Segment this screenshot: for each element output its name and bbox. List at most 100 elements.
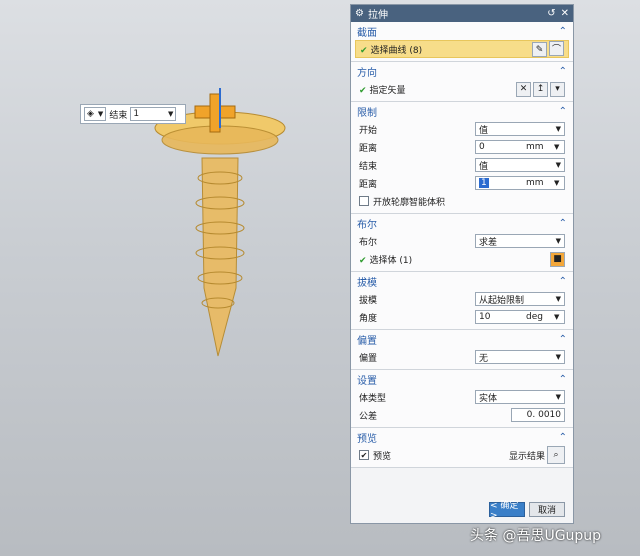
screw-model[interactable] bbox=[140, 88, 300, 368]
offset-value: 无 bbox=[479, 353, 489, 364]
start-value: 值 bbox=[479, 125, 489, 136]
curve-icon[interactable]: ⌒ bbox=[549, 40, 564, 56]
dialog-titlebar: ⚙ 拉伸 ↺ ✕ bbox=[351, 5, 573, 22]
snap-selector[interactable]: ◈ ▼ bbox=[84, 107, 107, 121]
chevron-down-icon: ▼ bbox=[555, 393, 561, 401]
end-dropdown[interactable]: 值 ▼ bbox=[475, 158, 565, 172]
body-icon[interactable]: ■ bbox=[550, 251, 565, 267]
section-boolean: 布尔 ⌃ 布尔 求差 ▼ ✔ 选择体 (1) ■ bbox=[351, 214, 573, 272]
section-header[interactable]: 限制 ⌃ bbox=[351, 102, 573, 120]
section-header[interactable]: 布尔 ⌃ bbox=[351, 214, 573, 232]
reset-icon[interactable]: ↺ bbox=[547, 8, 555, 19]
angle-input[interactable]: 10 deg ▼ bbox=[475, 310, 565, 324]
start-label: 开始 bbox=[359, 125, 378, 136]
open-profile-checkbox[interactable]: 开放轮廓智能体积 bbox=[351, 192, 573, 210]
section-preview: 预览 ⌃ ✔ 预览 显示结果 ⌕ bbox=[351, 428, 573, 468]
section-header[interactable]: 方向 ⌃ bbox=[351, 62, 573, 80]
end-input[interactable]: 1 ▼ bbox=[130, 107, 177, 121]
body-type-value: 实体 bbox=[479, 393, 498, 404]
chevron-down-icon: ▼ bbox=[167, 110, 174, 118]
vector-menu-icon[interactable]: ▾ bbox=[550, 81, 565, 97]
start-dropdown[interactable]: 值 ▼ bbox=[475, 122, 565, 136]
check-icon: ✔ bbox=[359, 85, 367, 96]
vector-icon[interactable]: ↥ bbox=[533, 81, 548, 97]
section-title: 布尔 bbox=[357, 219, 377, 231]
section-header[interactable]: 设置 ⌃ bbox=[351, 370, 573, 388]
section-title: 方向 bbox=[357, 67, 377, 79]
unit-label: mm bbox=[526, 178, 544, 188]
sketch-icon[interactable]: ✎ bbox=[532, 42, 547, 58]
preview-label: 预览 bbox=[373, 451, 392, 462]
show-result-label: 显示结果 bbox=[508, 451, 545, 462]
chevron-down-icon: ▼ bbox=[97, 110, 104, 118]
boolean-dropdown[interactable]: 求差 ▼ bbox=[475, 234, 565, 248]
select-curve-row[interactable]: ✔ 选择曲线 (8) ✎ ⌒ bbox=[355, 40, 569, 58]
chevron-up-icon: ⌃ bbox=[558, 373, 567, 385]
chevron-up-icon: ⌃ bbox=[558, 65, 567, 77]
chevron-down-icon: ▼ bbox=[555, 353, 561, 361]
body-type-dropdown[interactable]: 实体 ▼ bbox=[475, 390, 565, 404]
section-title: 偏置 bbox=[357, 335, 377, 347]
end-label: 结束 bbox=[109, 110, 128, 121]
cancel-button[interactable]: 取消 bbox=[529, 502, 565, 517]
boolean-label: 布尔 bbox=[359, 237, 378, 248]
tolerance-input[interactable]: 0. 0010 bbox=[511, 408, 565, 422]
chevron-up-icon: ⌃ bbox=[558, 217, 567, 229]
end-label: 结束 bbox=[359, 161, 378, 172]
section-draft: 拔模 ⌃ 拔模 从起始限制 ▼ 角度 10 deg ▼ bbox=[351, 272, 573, 330]
offset-dropdown[interactable]: 无 ▼ bbox=[475, 350, 565, 364]
reverse-direction-icon[interactable]: ✕ bbox=[516, 81, 531, 97]
unit-label: deg bbox=[526, 312, 543, 322]
check-icon: ✔ bbox=[360, 45, 368, 56]
start-distance-value: 0 bbox=[479, 142, 485, 152]
chevron-up-icon: ⌃ bbox=[558, 333, 567, 345]
checkbox[interactable]: ✔ bbox=[359, 450, 369, 460]
section-title: 截面 bbox=[357, 27, 377, 39]
chevron-down-icon: ▼ bbox=[555, 295, 561, 303]
draft-label: 拔模 bbox=[359, 295, 378, 306]
gear-icon[interactable]: ⚙ bbox=[355, 8, 364, 19]
end-distance-input[interactable]: 1 mm ▼ bbox=[475, 176, 565, 190]
boolean-value: 求差 bbox=[479, 237, 498, 248]
close-icon[interactable]: ✕ bbox=[561, 8, 569, 19]
section-header[interactable]: 拔模 ⌃ bbox=[351, 272, 573, 290]
section-header[interactable]: 预览 ⌃ bbox=[351, 428, 573, 446]
draft-dropdown[interactable]: 从起始限制 ▼ bbox=[475, 292, 565, 306]
preview-checkbox[interactable]: ✔ 预览 bbox=[359, 449, 391, 462]
start-distance-label: 距离 bbox=[359, 143, 378, 154]
specify-vector-label: 指定矢量 bbox=[369, 85, 406, 96]
check-icon: ✔ bbox=[359, 255, 367, 266]
dialog-title: 拉伸 bbox=[367, 10, 388, 21]
end-value: 值 bbox=[479, 161, 489, 172]
select-body-row[interactable]: ✔ 选择体 (1) ■ bbox=[351, 250, 573, 268]
watermark: 头条 @吾思UGupup bbox=[470, 528, 602, 544]
section-header[interactable]: 截面 ⌃ bbox=[351, 22, 573, 40]
section-settings: 设置 ⌃ 体类型 实体 ▼ 公差 0. 0010 bbox=[351, 370, 573, 428]
specify-vector-row[interactable]: ✔ 指定矢量 ✕ ↥ ▾ bbox=[351, 80, 573, 98]
end-distance-value: 1 bbox=[479, 178, 489, 188]
section-direction: 方向 ⌃ ✔ 指定矢量 ✕ ↥ ▾ bbox=[351, 62, 573, 102]
chevron-down-icon: ▼ bbox=[554, 313, 560, 321]
section-header[interactable]: 偏置 ⌃ bbox=[351, 330, 573, 348]
chevron-up-icon: ⌃ bbox=[558, 25, 567, 37]
select-body-label: 选择体 (1) bbox=[369, 255, 413, 266]
angle-value: 10 bbox=[479, 312, 491, 322]
tolerance-value: 0. 0010 bbox=[526, 410, 561, 420]
chevron-down-icon: ▼ bbox=[555, 161, 561, 169]
chevron-down-icon: ▼ bbox=[554, 179, 560, 187]
magnifier-icon[interactable]: ⌕ bbox=[547, 446, 565, 464]
section-title: 限制 bbox=[357, 107, 377, 119]
body-type-label: 体类型 bbox=[359, 393, 387, 404]
checkbox[interactable] bbox=[359, 196, 369, 206]
chevron-down-icon: ▼ bbox=[554, 143, 560, 151]
section-profile: 截面 ⌃ ✔ 选择曲线 (8) ✎ ⌒ bbox=[351, 22, 573, 62]
chevron-up-icon: ⌃ bbox=[558, 275, 567, 287]
angle-label: 角度 bbox=[359, 313, 378, 324]
ok-button[interactable]: < 确定 > bbox=[489, 501, 525, 521]
end-distance-label: 距离 bbox=[359, 179, 378, 190]
section-offset: 偏置 ⌃ 偏置 无 ▼ bbox=[351, 330, 573, 370]
section-title: 预览 bbox=[357, 433, 377, 445]
section-limits: 限制 ⌃ 开始 值 ▼ 距离 0 mm ▼ 结束 值 ▼ 距离 1 mm ▼ 开放轮廓智能体积 bbox=[351, 102, 573, 214]
tolerance-label: 公差 bbox=[359, 411, 378, 422]
start-distance-input[interactable]: 0 mm ▼ bbox=[475, 140, 565, 154]
